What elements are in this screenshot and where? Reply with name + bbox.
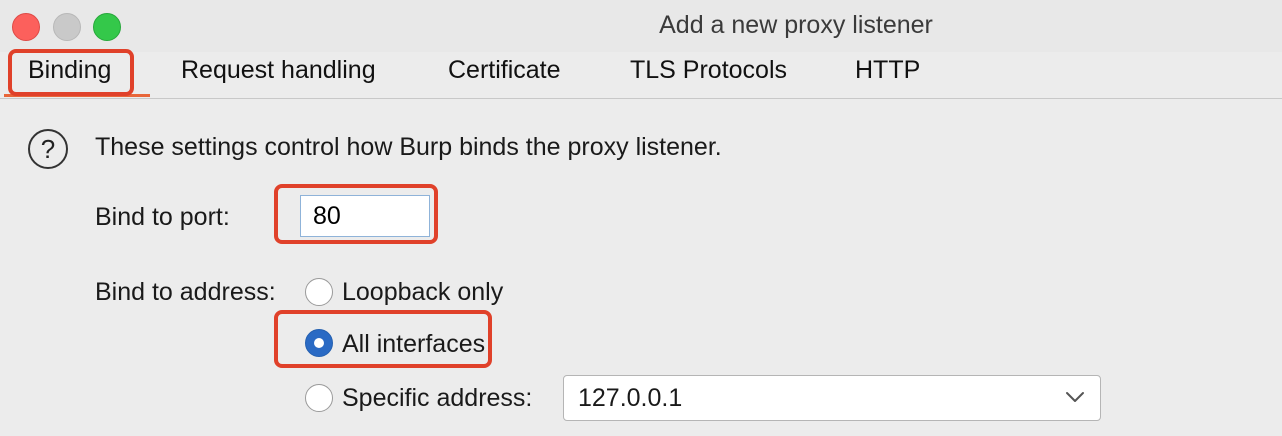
radio-specific-address[interactable] [305,384,333,412]
tab-bar: Binding Request handling Certificate TLS… [0,44,1282,99]
specific-address-dropdown[interactable]: 127.0.0.1 [563,375,1101,421]
bind-port-input[interactable] [300,195,430,237]
binding-description: These settings control how Burp binds th… [95,133,722,161]
question-mark-icon: ? [28,129,68,169]
tab-certificate[interactable]: Certificate [448,56,561,85]
window-title: Add a new proxy listener [659,11,933,39]
bind-address-label: Bind to address: [95,278,276,306]
proxy-listener-dialog: Add a new proxy listener Binding Request… [0,0,1282,436]
radio-loopback-only-label[interactable]: Loopback only [342,278,503,307]
tab-request-handling[interactable]: Request handling [181,56,376,85]
radio-all-interfaces-label[interactable]: All interfaces [342,330,485,359]
bind-port-label: Bind to port: [95,203,230,231]
tab-binding[interactable]: Binding [28,56,111,85]
specific-address-value: 127.0.0.1 [578,384,683,412]
active-tab-indicator [4,94,150,97]
radio-all-interfaces[interactable] [305,329,333,357]
radio-loopback-only[interactable] [305,278,333,306]
radio-specific-address-label[interactable]: Specific address: [342,384,532,413]
chevron-down-icon [1066,392,1084,402]
tab-tls-protocols[interactable]: TLS Protocols [630,56,787,85]
tab-http[interactable]: HTTP [855,56,920,85]
